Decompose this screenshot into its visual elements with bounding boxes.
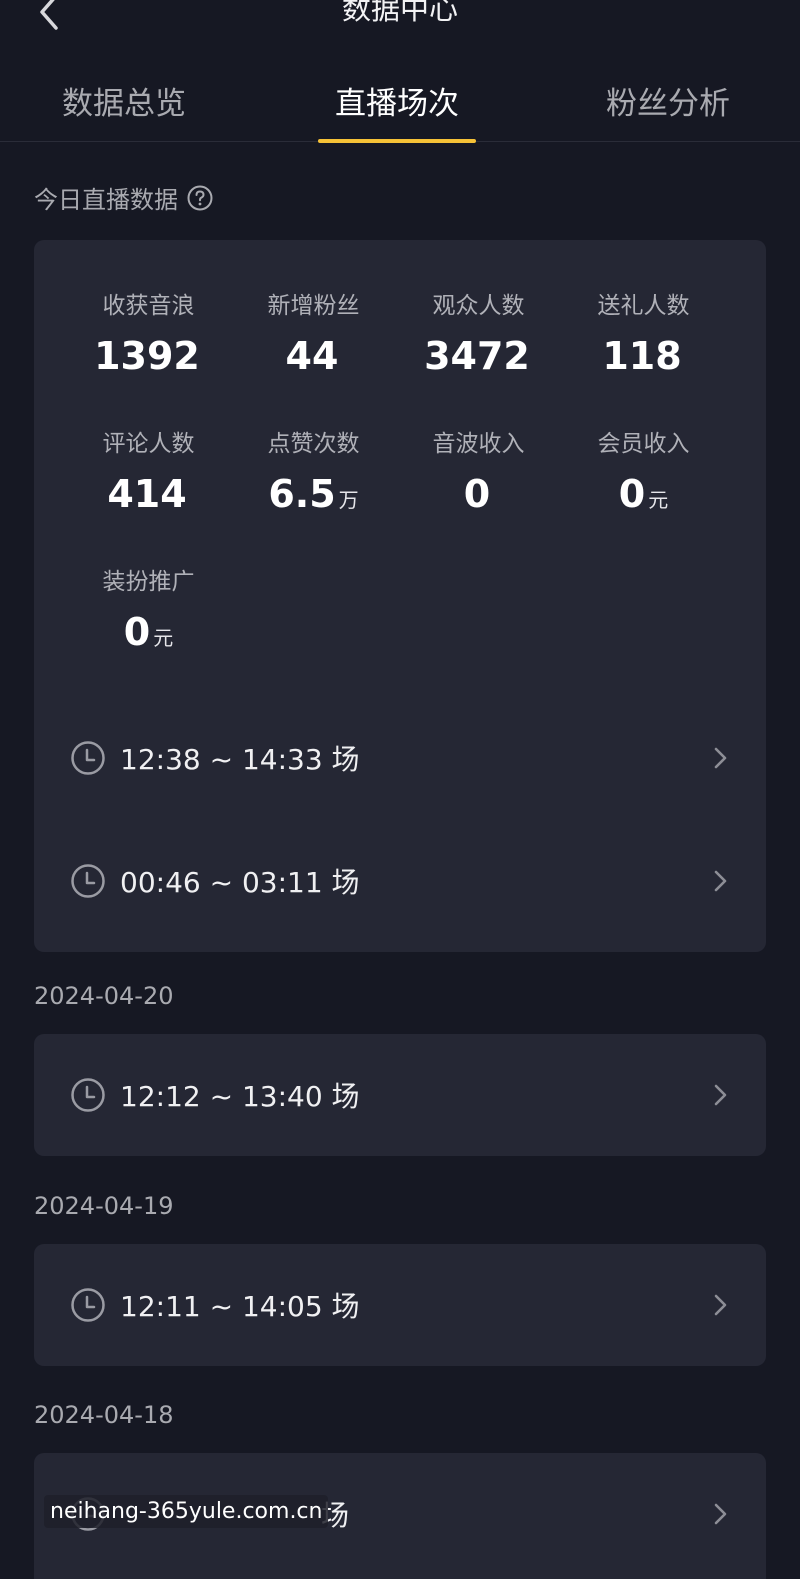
- stat-label: 装扮推广: [102, 569, 195, 595]
- today-stats-card: 收获音浪 1392 新增粉丝 44 观众人数 3472 送礼人数 118 评论人…: [34, 240, 766, 952]
- today-title: 今日直播数据: [34, 186, 178, 214]
- stat-value: 0元: [123, 610, 174, 654]
- chevron-right-icon: [714, 747, 727, 769]
- session-time: 12:38 ~ 14:33 场: [120, 743, 360, 776]
- stat-value: 3472: [424, 334, 530, 378]
- date-label: 2024-04-20: [34, 982, 174, 1010]
- section-title: 今日直播数据: [34, 180, 214, 215]
- date-label: 2024-04-18: [34, 1401, 174, 1429]
- stat-audio-income: 音波收入 0: [396, 424, 561, 516]
- tab-live-sessions[interactable]: 直播场次: [335, 78, 459, 123]
- stat-value: 6.5 万: [268, 472, 359, 516]
- stat-new-fans: 新增粉丝 44: [231, 286, 396, 378]
- stat-value: 0元: [618, 472, 669, 516]
- stat-label: 送礼人数: [597, 293, 690, 319]
- session-time: 12:11 ~ 14:05 场: [120, 1290, 360, 1323]
- help-icon[interactable]: [186, 184, 214, 212]
- session-card: 12:11 ~ 14:05 场: [34, 1244, 766, 1366]
- stat-commenters: 评论人数 414: [66, 424, 231, 516]
- watermark: neihang-365yule.com.cn: [44, 1495, 329, 1528]
- session-row[interactable]: 12:11 ~ 14:05 场: [34, 1275, 766, 1335]
- clock-icon: [71, 1078, 105, 1112]
- stat-value: 0: [463, 472, 491, 516]
- stat-value: 118: [602, 334, 682, 378]
- header: 数据中心: [0, 0, 800, 40]
- stat-label: 音波收入: [432, 431, 525, 457]
- chevron-right-icon: [714, 870, 727, 892]
- stat-member-income: 会员收入 0元: [561, 424, 726, 516]
- session-row[interactable]: 12:38 ~ 14:33 场: [34, 728, 766, 788]
- stat-label: 观众人数: [432, 293, 525, 319]
- stat-gift-senders: 送礼人数 118: [561, 286, 726, 378]
- page: 数据中心 数据总览 直播场次 粉丝分析 今日直播数据 收获音浪 1392 新增粉…: [0, 0, 800, 1579]
- date-label: 2024-04-19: [34, 1192, 174, 1220]
- clock-icon: [71, 741, 105, 775]
- stat-label: 收获音浪: [102, 293, 195, 319]
- stat-value: 44: [285, 334, 339, 378]
- chevron-right-icon: [714, 1294, 727, 1316]
- tab-overview[interactable]: 数据总览: [62, 78, 186, 123]
- stat-value: 1392: [94, 334, 200, 378]
- stat-label: 点赞次数: [267, 431, 360, 457]
- stat-viewers: 观众人数 3472: [396, 286, 561, 378]
- tab-fan-analysis[interactable]: 粉丝分析: [606, 78, 730, 123]
- stat-dress-promotion: 装扮推广 0元: [66, 562, 231, 654]
- session-row[interactable]: 00:46 ~ 03:11 场: [34, 851, 766, 911]
- chevron-right-icon: [714, 1084, 727, 1106]
- stat-label: 新增粉丝: [267, 293, 360, 319]
- stat-label: 评论人数: [102, 431, 195, 457]
- stat-likes: 点赞次数 6.5 万: [231, 424, 396, 516]
- stat-sound-waves: 收获音浪 1392: [66, 286, 231, 378]
- session-time: 12:12 ~ 13:40 场: [120, 1080, 360, 1113]
- active-tab-indicator: [318, 139, 476, 143]
- clock-icon: [71, 1288, 105, 1322]
- chevron-right-icon: [714, 1503, 727, 1525]
- session-row[interactable]: 12:12 ~ 13:40 场: [34, 1065, 766, 1125]
- page-title: 数据中心: [341, 0, 458, 26]
- stat-value: 414: [107, 472, 187, 516]
- tab-bar: 数据总览 直播场次 粉丝分析: [0, 60, 800, 143]
- session-card: 12:12 ~ 13:40 场: [34, 1034, 766, 1156]
- session-time: 00:46 ~ 03:11 场: [120, 866, 360, 899]
- clock-icon: [71, 864, 105, 898]
- stat-label: 会员收入: [597, 431, 690, 457]
